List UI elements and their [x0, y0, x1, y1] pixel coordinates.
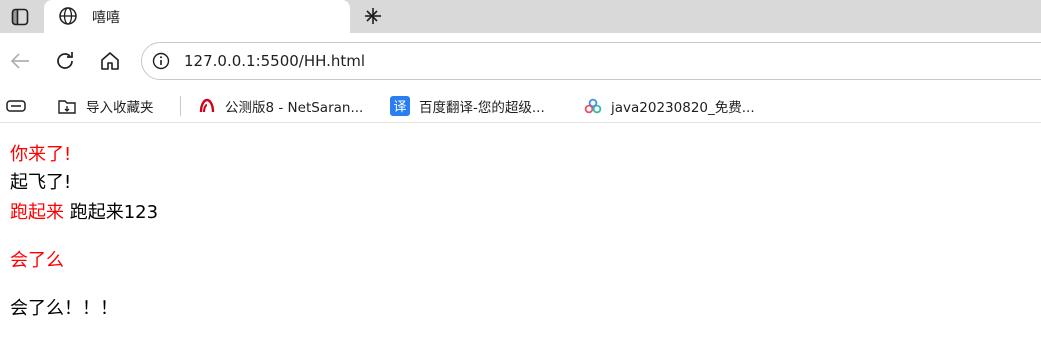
reload-icon[interactable]	[53, 49, 77, 73]
back-icon[interactable]	[8, 49, 32, 73]
svg-text:译: 译	[393, 100, 406, 115]
address-url[interactable]: 127.0.0.1:5500/HH.html	[184, 52, 365, 70]
globe-icon	[59, 7, 77, 25]
tab-actions-icon	[11, 8, 29, 25]
bookmark-label: 百度翻译-您的超级...	[419, 100, 545, 116]
tab-strip: 嘻嘻	[0, 0, 1041, 33]
baidu-translate-icon: 译	[390, 96, 410, 116]
text-line-1: 你来了!	[10, 144, 72, 165]
netsarang-icon	[199, 98, 215, 113]
browser-toolbar: 127.0.0.1:5500/HH.html	[0, 33, 1041, 89]
bookmark-java[interactable]: java20230820_免费...	[584, 95, 755, 117]
text-line-3-black: 跑起来123	[69, 202, 159, 223]
text-line-4: 会了么	[10, 250, 64, 271]
folder-import-icon	[58, 100, 76, 114]
bookmark-label: java20230820_免费...	[611, 100, 755, 116]
text-line-3: 跑起来 跑起来123	[10, 198, 158, 224]
page-content: 你来了! 起飞了! 跑起来 跑起来123 会了么 会了么！！！	[0, 124, 1041, 339]
tab-title: 嘻嘻	[92, 10, 120, 26]
text-line-5: 会了么！！！	[10, 298, 118, 319]
active-tab[interactable]: 嘻嘻	[44, 0, 378, 33]
new-tab-icon[interactable]	[362, 5, 384, 27]
tab-actions-button[interactable]	[0, 0, 40, 33]
bookmarks-menu-button[interactable]	[6, 95, 35, 117]
bookmarks-icon	[6, 100, 26, 112]
site-info-icon[interactable]	[152, 52, 170, 70]
bookmark-import-favorites[interactable]: 导入收藏夹	[57, 95, 154, 117]
text-line-2: 起飞了!	[10, 172, 72, 193]
cloud-icon	[584, 98, 602, 114]
home-icon[interactable]	[98, 49, 122, 73]
bookmark-baidu-translate[interactable]: 译 百度翻译-您的超级...	[390, 95, 545, 117]
bookmarks-separator	[180, 96, 181, 116]
bookmark-label: 导入收藏夹	[86, 100, 154, 116]
bookmark-label: 公测版8 - NetSaran...	[225, 100, 364, 116]
text-line-3-red: 跑起来	[10, 202, 64, 223]
bookmark-netsarang[interactable]: 公测版8 - NetSaran...	[198, 95, 363, 117]
bookmarks-bar: 导入收藏夹 公测版8 - NetSaran... 译 百度翻译-您的超级... …	[0, 89, 1041, 123]
address-bar[interactable]: 127.0.0.1:5500/HH.html	[141, 42, 1041, 80]
